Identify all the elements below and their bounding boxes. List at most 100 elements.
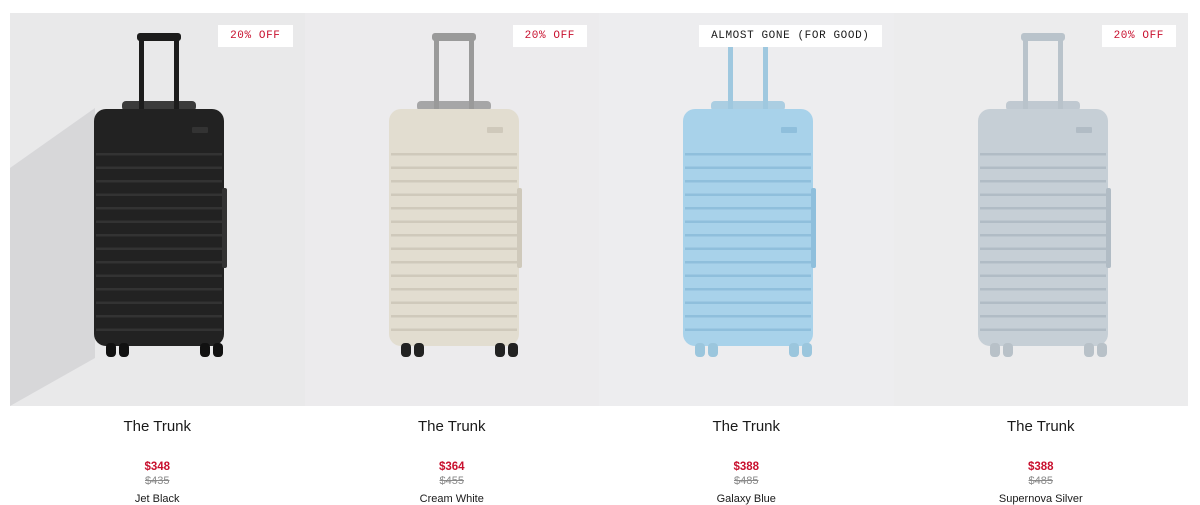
- body-rib: [979, 301, 1106, 304]
- wheel: [400, 343, 411, 357]
- almost-gone-badge: ALMOST GONE (FOR GOOD): [699, 25, 882, 47]
- handle-bar-left: [433, 39, 439, 111]
- color-name: Supernova Silver: [998, 493, 1083, 505]
- sale-price: $388: [1027, 461, 1054, 473]
- color-name: Jet Black: [134, 493, 180, 505]
- product-grid: 20% OFF The Trunk $348 $435 Jet Black 20…: [10, 13, 1189, 505]
- product-name[interactable]: The Trunk: [10, 418, 305, 435]
- product-name[interactable]: The Trunk: [599, 418, 894, 435]
- handle-bar-right: [1057, 39, 1063, 111]
- body-rib: [685, 301, 811, 304]
- handle-bar-left: [728, 39, 733, 111]
- body-rib: [96, 328, 222, 331]
- body-rib: [390, 220, 517, 223]
- body-rib: [979, 328, 1106, 331]
- product-card-galaxy-blue[interactable]: ALMOST GONE (FOR GOOD) The Trunk $388 $4…: [599, 13, 894, 505]
- body-rib: [685, 166, 811, 169]
- suitcase-body: [94, 109, 224, 346]
- wheel: [200, 343, 210, 357]
- body-rib: [390, 274, 517, 277]
- body-rib: [96, 166, 222, 169]
- body-rib: [390, 301, 517, 304]
- discount-badge: 20% OFF: [512, 25, 587, 47]
- color-name: Cream White: [419, 493, 484, 505]
- body-rib: [96, 301, 222, 304]
- suitcase-image: [10, 13, 305, 406]
- body-rib: [979, 274, 1106, 277]
- wheel: [494, 343, 505, 357]
- handle-bar-right: [468, 39, 474, 111]
- body-rib: [390, 328, 517, 331]
- body-rib: [979, 153, 1106, 156]
- wheel: [789, 343, 799, 357]
- body-rib: [390, 207, 517, 210]
- wheel: [119, 343, 129, 357]
- handle-bar-right: [763, 39, 768, 111]
- body-rib: [685, 234, 811, 237]
- wheel: [213, 343, 223, 357]
- body-rib: [685, 220, 811, 223]
- wheel: [802, 343, 812, 357]
- body-rib: [96, 234, 222, 237]
- discount-badge: 20% OFF: [218, 25, 293, 47]
- wheel: [507, 343, 518, 357]
- logo-plate: [781, 127, 797, 133]
- product-card-jet-black[interactable]: 20% OFF The Trunk $348 $435 Jet Black: [10, 13, 305, 505]
- product-image-cream-white[interactable]: 20% OFF: [304, 13, 599, 406]
- body-rib: [96, 247, 222, 250]
- body-rib: [390, 315, 517, 318]
- body-rib: [685, 153, 811, 156]
- body-rib: [390, 180, 517, 183]
- body-rib: [96, 193, 222, 196]
- body-rib: [979, 315, 1106, 318]
- wheel: [1096, 343, 1107, 357]
- sale-price: $364: [438, 461, 465, 473]
- suitcase-image: [599, 13, 894, 406]
- wheel: [1083, 343, 1094, 357]
- body-rib: [390, 153, 517, 156]
- wheel: [695, 343, 705, 357]
- product-image-galaxy-blue[interactable]: ALMOST GONE (FOR GOOD): [599, 13, 894, 406]
- body-rib: [979, 166, 1106, 169]
- body-rib: [685, 180, 811, 183]
- body-rib: [96, 288, 222, 291]
- side-handle: [811, 188, 816, 268]
- body-rib: [96, 315, 222, 318]
- product-card-supernova-silver[interactable]: 20% OFF The Trunk $388 $485 Supernova Si…: [893, 13, 1189, 505]
- handle-bar-right: [174, 39, 179, 111]
- handle-bar-left: [139, 39, 144, 111]
- body-rib: [96, 220, 222, 223]
- product-card-cream-white[interactable]: 20% OFF The Trunk $364 $455 Cream White: [304, 13, 600, 505]
- body-rib: [685, 261, 811, 264]
- body-rib: [390, 261, 517, 264]
- body-rib: [979, 207, 1106, 210]
- product-image-jet-black[interactable]: 20% OFF: [10, 13, 305, 406]
- sale-price: $388: [733, 461, 760, 473]
- body-rib: [390, 234, 517, 237]
- suitcase-image: [893, 13, 1188, 406]
- body-rib: [685, 247, 811, 250]
- body-rib: [979, 288, 1106, 291]
- logo-plate: [1075, 127, 1092, 133]
- body-rib: [96, 274, 222, 277]
- discount-badge: 20% OFF: [1101, 25, 1176, 47]
- logo-plate: [486, 127, 503, 133]
- suitcase-image: [304, 13, 599, 406]
- original-price: $485: [734, 475, 759, 487]
- product-image-supernova-silver[interactable]: 20% OFF: [893, 13, 1188, 406]
- wheel: [1002, 343, 1013, 357]
- body-rib: [390, 193, 517, 196]
- body-rib: [685, 274, 811, 277]
- side-handle: [516, 188, 522, 268]
- side-handle: [222, 188, 227, 268]
- original-price: $455: [439, 475, 464, 487]
- wheel: [989, 343, 1000, 357]
- product-name[interactable]: The Trunk: [305, 418, 600, 435]
- body-rib: [979, 180, 1106, 183]
- sale-price: $348: [144, 461, 171, 473]
- original-price: $485: [1028, 475, 1053, 487]
- body-rib: [979, 247, 1106, 250]
- body-rib: [685, 328, 811, 331]
- product-name[interactable]: The Trunk: [894, 418, 1189, 435]
- body-rib: [390, 288, 517, 291]
